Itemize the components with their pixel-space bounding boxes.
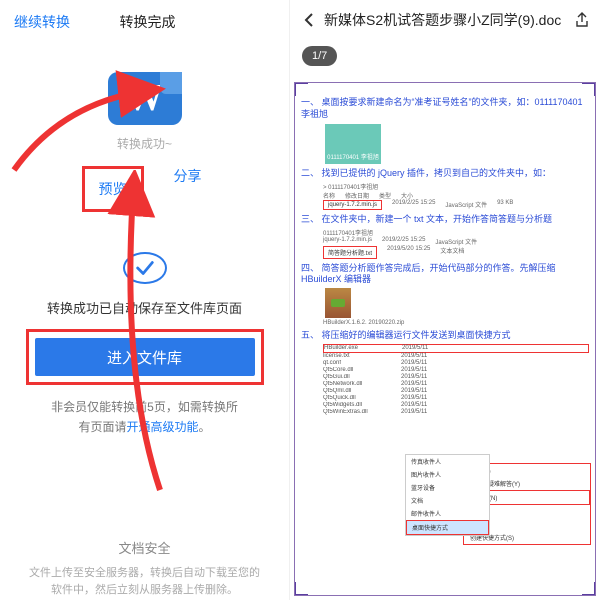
table-header-2: 名称修改日期类型大小 <box>323 191 589 200</box>
word-doc-icon: W <box>108 72 182 125</box>
share-link[interactable]: 分享 <box>174 166 202 212</box>
step-2: 二、 找到已提供的 jQuery 插件，拷贝到自己的文件夹中，如： <box>301 168 589 180</box>
word-letter: W <box>126 76 164 120</box>
enter-library-highlight-box: 进入文件库 <box>26 329 264 385</box>
action-row: 预览 分享 <box>88 166 202 212</box>
doc-safe-heading: 文档安全 <box>118 538 170 557</box>
table-row: 简答题分析题.txt 2019/5/20 15:25文本文档 <box>323 246 589 259</box>
doc-page[interactable]: 一、 桌面按要求新建命名为“准考证号姓名”的文件夹，如：0111170401 李… <box>294 82 596 596</box>
rar-icon <box>325 288 351 318</box>
left-header: 继续转换 转换完成 <box>0 0 289 42</box>
table-row: jquery-1.7.2.min.js 2019/2/25 15:25JavaS… <box>323 200 589 210</box>
upgrade-link[interactable]: 开通高级功能 <box>126 420 198 434</box>
preview-link[interactable]: 预览 <box>99 181 127 197</box>
context-menu: 打开(O) 兼容性疑难解答(Y) 发送到(N) 剪切(T) 复制(C) 创建快捷… <box>463 463 591 545</box>
doc-title: 新媒体S2机试答题步骤小Z同学(9).doc <box>324 10 568 30</box>
hbuilder-exe-row: HBuilder.exe2019/5/11 <box>323 344 589 353</box>
continue-link[interactable]: 继续转换 <box>14 12 70 32</box>
header-title: 转换完成 <box>120 12 176 32</box>
doc-safe-text: 文件上传至安全服务器，转换后自动下载至您的软件中，然后立刻从服务器上传删除。 <box>0 565 289 600</box>
path-3: 0111170401李祖旭 <box>323 228 589 237</box>
document-preview-panel: 新媒体S2机试答题步骤小Z同学(9).doc 1/7 一、 桌面按要求新建命名为… <box>290 0 600 600</box>
saved-message: 转换成功已自动保存至文件库页面 <box>47 298 242 317</box>
convert-status: 转换成功~ <box>117 135 172 152</box>
context-submenu: 传真收件人 图片收件人 蓝牙设备 文档 邮件收件人 桌面快捷方式 <box>405 454 490 536</box>
success-check-icon <box>123 252 167 284</box>
back-icon[interactable] <box>300 11 318 29</box>
preview-highlight-box: 预览 <box>82 166 144 212</box>
jquery-file-box: jquery-1.7.2.min.js <box>323 200 382 210</box>
path-2: > 0111170401李祖旭 <box>323 182 589 191</box>
file-list: HBuilder.exe2019/5/11 license.txt2019/5/… <box>323 344 589 416</box>
conversion-result-panel: 继续转换 转换完成 W 转换成功~ 预览 分享 转换成功已自动保存至文件库页面 … <box>0 0 290 600</box>
rar-name: HBuilderX.1.6.2. 20190220.zip <box>323 320 589 326</box>
doc-header: 新媒体S2机试答题步骤小Z同学(9).doc <box>290 0 600 38</box>
table-row: jquery-1.7.2.min.js2019/2/25 15:25JavaSc… <box>323 237 589 246</box>
step-4: 四、 简答题分析题作答完成后，开始代码部分的作答。先解压缩 HBuilderX … <box>301 263 589 286</box>
folder-icon: 0111170401 李祖旭 <box>325 124 381 164</box>
step-5: 五、 将压缩好的编辑器运行文件发送到桌面快捷方式 <box>301 330 589 342</box>
page-indicator: 1/7 <box>302 46 337 66</box>
sub-desktop-shortcut[interactable]: 桌面快捷方式 <box>406 520 489 535</box>
share-icon[interactable] <box>574 12 590 28</box>
answer-txt-box: 简答题分析题.txt <box>323 246 377 259</box>
member-note: 非会员仅能转换前5页，如需转换所 有页面请开通高级功能。 <box>51 397 238 438</box>
step-1: 一、 桌面按要求新建命名为“准考证号姓名”的文件夹，如：0111170401 李… <box>301 97 589 120</box>
enter-library-button[interactable]: 进入文件库 <box>35 338 255 376</box>
step-3: 三、 在文件夹中，新建一个 txt 文本，开始作答简答题与分析题 <box>301 214 589 226</box>
